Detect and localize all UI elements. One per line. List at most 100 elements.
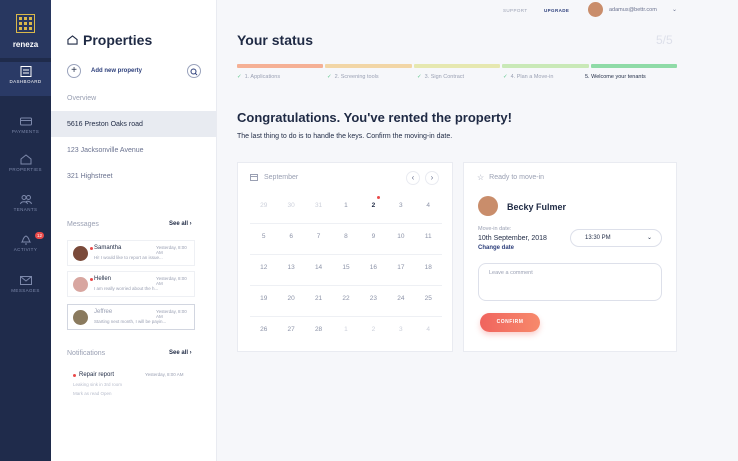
add-property-label: Add new property bbox=[91, 68, 143, 74]
calendar-day[interactable]: 26 bbox=[250, 317, 277, 348]
calendar-day[interactable]: 27 bbox=[277, 317, 304, 348]
calendar-day[interactable]: 1 bbox=[332, 317, 359, 348]
chevron-down-icon[interactable]: ⌄ bbox=[672, 6, 677, 13]
nav-label: MESSAGES bbox=[11, 288, 40, 293]
logo[interactable]: reneza bbox=[0, 0, 51, 58]
panel-title: Properties bbox=[67, 32, 152, 48]
calendar-day[interactable]: 10 bbox=[387, 224, 414, 254]
mark-read-link[interactable]: Mark as read bbox=[73, 391, 99, 396]
logo-mark-icon bbox=[16, 14, 35, 33]
user-email[interactable]: adamus@bettr.com bbox=[609, 7, 657, 13]
property-item[interactable]: 123 Jacksonville Avenue bbox=[51, 137, 216, 163]
calendar-day[interactable]: 17 bbox=[387, 255, 414, 285]
dashboard-icon bbox=[20, 66, 31, 77]
calendar-day[interactable]: 31 bbox=[305, 193, 332, 223]
nav-item-messages[interactable]: MESSAGES bbox=[0, 271, 51, 305]
calendar-day[interactable]: 22 bbox=[332, 286, 359, 316]
status-progress-bar bbox=[237, 64, 678, 68]
message-item[interactable]: Hellen Yesterday, 8:00 AM I am really wo… bbox=[67, 271, 195, 297]
nav-item-dashboard[interactable]: DASHBOARD bbox=[0, 62, 51, 96]
open-link[interactable]: Open bbox=[101, 391, 112, 396]
calendar-day[interactable]: 30 bbox=[277, 193, 304, 223]
add-property-button[interactable]: + Add new property bbox=[67, 64, 142, 78]
calendar-day[interactable]: 13 bbox=[277, 255, 304, 285]
message-item[interactable]: Jeffree Yesterday, 8:00 AM Starting next… bbox=[67, 304, 195, 330]
calendar-day[interactable]: 6 bbox=[277, 224, 304, 254]
calendar-day[interactable]: 14 bbox=[305, 255, 332, 285]
overview-link[interactable]: Overview bbox=[67, 95, 96, 102]
calendar-day[interactable]: 8 bbox=[332, 224, 359, 254]
calendar-day-today[interactable]: 2 bbox=[360, 193, 387, 223]
status-step-current: 5. Welcome your tenants bbox=[585, 74, 646, 80]
prev-month-button[interactable]: ‹ bbox=[406, 171, 420, 185]
user-avatar[interactable] bbox=[588, 2, 603, 17]
change-date-link[interactable]: Change date bbox=[478, 245, 514, 251]
confirm-button[interactable]: CONFIRM bbox=[480, 313, 540, 332]
bell-icon bbox=[20, 235, 31, 245]
headline: Congratulations. You've rented the prope… bbox=[237, 110, 512, 125]
messages-see-all-link[interactable]: See all › bbox=[169, 221, 192, 227]
calendar-week: 19 20 21 22 23 24 25 bbox=[250, 286, 442, 317]
home-icon bbox=[67, 35, 78, 45]
status-steps: ✓ 1. Applications ✓ 2. Screening tools ✓ 3.… bbox=[237, 74, 677, 84]
calendar-day[interactable]: 11 bbox=[415, 224, 442, 254]
calendar-day[interactable]: 23 bbox=[360, 286, 387, 316]
message-sender: Jeffree bbox=[94, 309, 113, 315]
calendar-day[interactable]: 25 bbox=[415, 286, 442, 316]
nav-item-properties[interactable]: PROPERTIES bbox=[0, 150, 51, 184]
next-month-button[interactable]: › bbox=[425, 171, 439, 185]
panel-title-text: Properties bbox=[83, 32, 153, 48]
calendar-day[interactable]: 1 bbox=[332, 193, 359, 223]
nav-item-activity[interactable]: ACTIVITY 12 bbox=[0, 230, 51, 264]
avatar bbox=[478, 196, 498, 216]
property-item[interactable]: 321 Highstreet bbox=[51, 163, 216, 189]
calendar-day[interactable]: 5 bbox=[250, 224, 277, 254]
calendar-day[interactable]: 15 bbox=[332, 255, 359, 285]
unread-dot bbox=[90, 247, 93, 250]
calendar-day[interactable]: 3 bbox=[387, 193, 414, 223]
calendar-day[interactable]: 21 bbox=[305, 286, 332, 316]
nav-label: ACTIVITY bbox=[13, 247, 38, 252]
message-preview: Starting next month, I will be payin... bbox=[94, 319, 167, 324]
calendar-day[interactable]: 18 bbox=[415, 255, 442, 285]
home-icon bbox=[20, 154, 31, 165]
calendar-day[interactable]: 16 bbox=[360, 255, 387, 285]
calendar-day[interactable]: 2 bbox=[360, 317, 387, 348]
progress-segment bbox=[502, 64, 589, 68]
notification-title: Repair report bbox=[79, 372, 115, 378]
calendar-day[interactable]: 4 bbox=[415, 193, 442, 223]
calendar-day[interactable]: 3 bbox=[387, 317, 414, 348]
calendar-day[interactable]: 28 bbox=[305, 317, 332, 348]
status-step: ✓ 4. Plan a Move-in bbox=[503, 74, 554, 80]
progress-segment bbox=[590, 64, 678, 68]
property-item[interactable]: 5616 Preston Oaks road bbox=[51, 111, 216, 137]
nav-item-payments[interactable]: PAYMENTS bbox=[0, 112, 51, 146]
search-button[interactable] bbox=[187, 64, 201, 78]
nav-item-tenants[interactable]: TENANTS bbox=[0, 190, 51, 224]
calendar-day[interactable]: 24 bbox=[387, 286, 414, 316]
message-item[interactable]: Samantha Yesterday, 8:00 AM Hi! I would … bbox=[67, 240, 195, 266]
comment-field[interactable]: Leave a comment bbox=[478, 263, 662, 301]
calendar-day[interactable]: 7 bbox=[305, 224, 332, 254]
ready-heading: Ready to move-in bbox=[489, 174, 545, 181]
message-sender: Hellen bbox=[94, 276, 112, 282]
status-step: ✓ 2. Screening tools bbox=[327, 74, 379, 80]
check-icon: ✓ bbox=[503, 74, 508, 80]
notification-item: Repair report Yesterday, 8:00 AM Leaking… bbox=[67, 368, 195, 402]
message-preview: I am really worried about the h... bbox=[94, 286, 159, 291]
time-select[interactable]: 13:30 PM ⌄ bbox=[570, 229, 662, 247]
calendar-header: September bbox=[250, 173, 298, 181]
upgrade-link[interactable]: UPGRADE bbox=[544, 8, 569, 13]
notifications-see-all-link[interactable]: See all › bbox=[169, 350, 192, 356]
plus-icon: + bbox=[67, 64, 81, 78]
avatar bbox=[73, 277, 88, 292]
support-link[interactable]: SUPPORT bbox=[503, 8, 527, 13]
calendar-day[interactable]: 12 bbox=[250, 255, 277, 285]
calendar-day[interactable]: 4 bbox=[415, 317, 442, 348]
notification-text: Leaking sink in 3rd room bbox=[73, 382, 123, 387]
calendar-day[interactable]: 20 bbox=[277, 286, 304, 316]
message-time: Yesterday, 8:00 AM bbox=[156, 245, 187, 255]
calendar-day[interactable]: 29 bbox=[250, 193, 277, 223]
calendar-day[interactable]: 19 bbox=[250, 286, 277, 316]
calendar-day[interactable]: 9 bbox=[360, 224, 387, 254]
